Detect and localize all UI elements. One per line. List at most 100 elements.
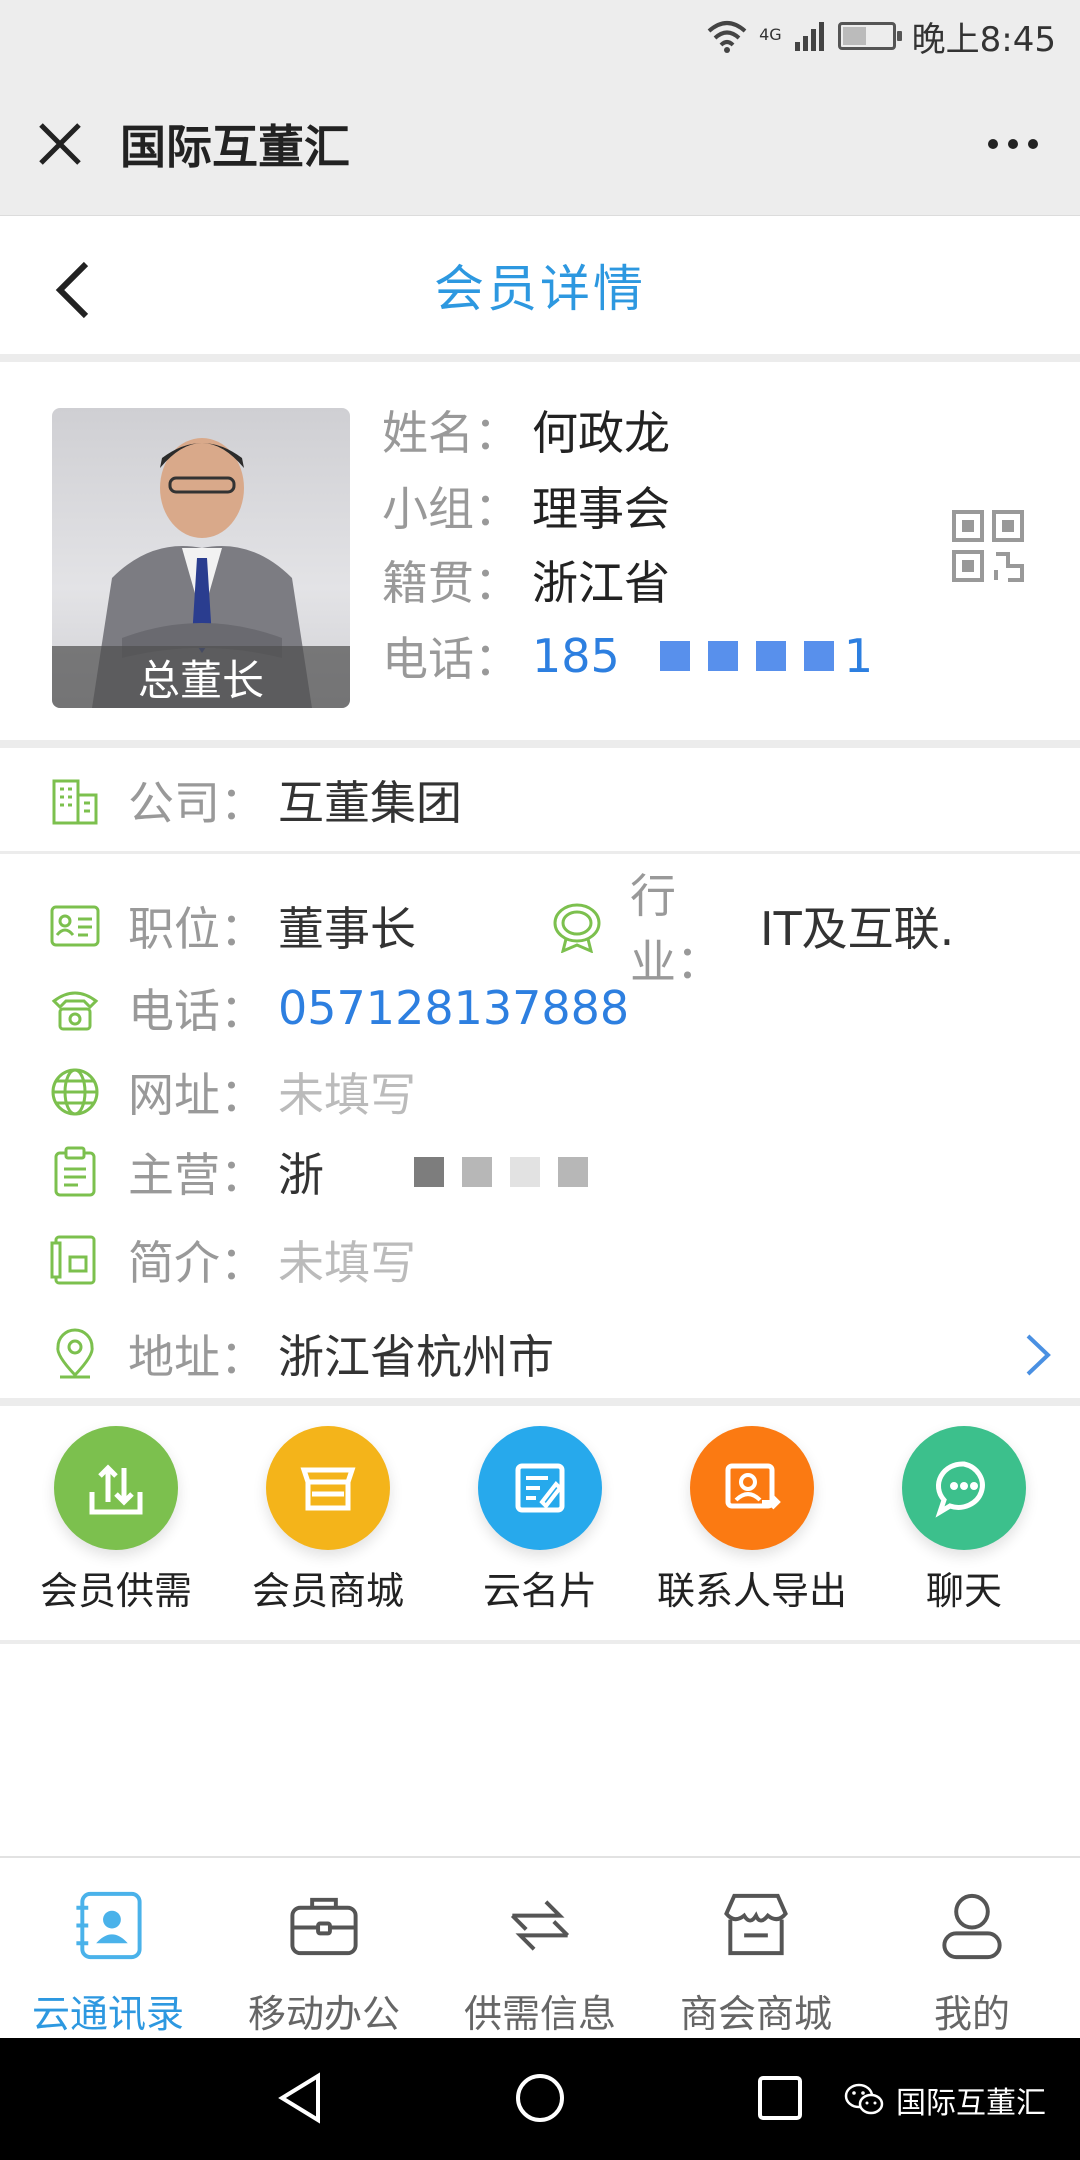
phone-redaction	[659, 641, 834, 671]
status-bar: 4G 晚上8:45	[0, 0, 1080, 72]
action-bar: 会员供需 会员商城 云名片 联系人导出 聊天	[0, 1406, 1080, 1644]
clock: 晚上8:45	[911, 19, 1056, 60]
chat-label: 聊天	[925, 1569, 1002, 1613]
address-row[interactable]: 地址： 浙江省杭州市	[0, 1312, 1080, 1396]
position-industry-row: 职位： 董事长 行业： IT及互联.	[0, 869, 1080, 989]
tab-contacts[interactable]: 云通讯录	[0, 1858, 216, 2038]
qr-code-icon[interactable]	[952, 510, 1024, 582]
business-card-icon	[515, 1463, 565, 1513]
avatar[interactable]: 总董长	[52, 408, 350, 708]
page-header: 会员详情	[0, 216, 1080, 362]
contact-export-icon	[725, 1463, 781, 1510]
telephone-icon	[51, 991, 99, 1031]
globe-icon	[51, 1068, 99, 1116]
tab-me[interactable]: 我的	[864, 1858, 1080, 2038]
wechat-logo-icon	[844, 2083, 884, 2115]
briefcase-icon	[290, 1897, 358, 1956]
tab-chamber-mall-label: 商会商城	[679, 1992, 832, 2036]
business-redaction	[414, 1157, 588, 1187]
group-value: 理事会	[532, 482, 670, 536]
badge-icon	[553, 903, 601, 953]
id-card-icon	[50, 905, 100, 947]
wechat-title: 国际互董汇	[120, 119, 350, 174]
profile-card: 总董长 姓名： 何政龙 小组： 理事会 籍贯： 浙江省 电话： 185 1	[0, 362, 1080, 748]
more-dot-icon	[1028, 139, 1038, 149]
member-mall-label: 会员商城	[251, 1569, 404, 1613]
bottom-tab-bar: 云通讯录 移动办公 供需信息 商会商城 我的	[0, 1856, 1080, 2038]
status-icons: 4G	[707, 19, 902, 53]
page-title: 会员详情	[434, 260, 646, 318]
close-icon	[39, 122, 81, 165]
document-icon	[50, 1235, 96, 1285]
supply-demand-label: 会员供需	[39, 1569, 192, 1613]
system-nav-bar: 国际互董汇	[0, 2038, 1080, 2160]
store-icon	[300, 1467, 356, 1511]
member-mall-button[interactable]: 会员商城	[223, 1426, 433, 1640]
company-value: 互董集团	[278, 775, 462, 830]
clipboard-icon	[54, 1146, 96, 1197]
contacts-book-icon	[76, 1891, 142, 1960]
name-value: 何政龙	[532, 406, 670, 460]
avatar-role-label: 总董长	[52, 646, 350, 708]
supply-demand-circle	[54, 1426, 178, 1550]
chat-circle	[902, 1426, 1026, 1550]
exchange-arrows-icon	[510, 1900, 570, 1951]
website-value: 未填写	[278, 1068, 416, 1122]
website-row: 网址： 未填写	[0, 1050, 1080, 1134]
group-label: 小组：	[382, 482, 520, 536]
more-dot-icon	[988, 139, 998, 149]
export-contacts-button[interactable]: 联系人导出	[647, 1426, 857, 1640]
intro-label: 简介：	[128, 1236, 266, 1290]
phone-label: 电话：	[382, 632, 520, 686]
address-label: 地址：	[128, 1330, 266, 1384]
office-phone-value[interactable]: 057128137888	[278, 981, 629, 1035]
position-label: 职位：	[128, 902, 266, 956]
back-arrow-icon[interactable]	[50, 260, 100, 320]
export-contacts-label: 联系人导出	[656, 1569, 847, 1613]
supply-demand-button[interactable]: 会员供需	[11, 1426, 221, 1640]
more-dot-icon	[1008, 139, 1018, 149]
cloud-card-button[interactable]: 云名片	[435, 1426, 645, 1640]
origin-label: 籍贯：	[382, 556, 520, 610]
office-phone-row[interactable]: 电话： 057128137888	[0, 966, 1080, 1050]
close-button[interactable]	[0, 72, 120, 216]
tab-supply-info-label: 供需信息	[463, 1992, 616, 2036]
building-icon	[52, 779, 98, 824]
tab-supply-info[interactable]: 供需信息	[432, 1858, 648, 2038]
company-row: 公司： 互董集团	[0, 748, 1080, 854]
main-business-label: 主营：	[128, 1148, 266, 1202]
tab-mobile-office[interactable]: 移动办公	[216, 1858, 432, 2038]
wechat-watermark: 国际互董汇	[844, 2078, 1046, 2122]
intro-value: 未填写	[278, 1236, 416, 1290]
tab-contacts-label: 云通讯录	[31, 1992, 184, 2036]
cloud-card-label: 云名片	[482, 1569, 597, 1613]
nav-back-icon[interactable]	[270, 2068, 330, 2128]
name-label: 姓名：	[382, 406, 520, 460]
origin-value: 浙江省	[532, 556, 670, 610]
chat-button[interactable]: 聊天	[859, 1426, 1069, 1640]
position-field: 职位： 董事长	[0, 893, 550, 959]
profile-phone-row[interactable]: 电话： 185 1	[382, 618, 873, 694]
phone-tail: 1	[843, 629, 874, 683]
nav-home-icon[interactable]	[510, 2068, 570, 2128]
member-mall-circle	[266, 1426, 390, 1550]
office-phone-label: 电话：	[128, 984, 266, 1038]
signal-icon	[794, 22, 824, 51]
profile-name-row: 姓名： 何政龙	[382, 392, 670, 468]
chevron-right-icon[interactable]	[1024, 1332, 1052, 1378]
website-label: 网址：	[128, 1068, 266, 1122]
wifi-icon	[707, 21, 747, 53]
address-value: 浙江省杭州市	[278, 1330, 554, 1384]
tab-chamber-mall[interactable]: 商会商城	[648, 1858, 864, 2038]
tab-mobile-office-label: 移动办公	[247, 1992, 400, 2036]
battery-icon	[837, 22, 902, 50]
more-button[interactable]	[988, 72, 1038, 216]
location-pin-icon	[56, 1328, 94, 1379]
nav-recents-icon[interactable]	[750, 2068, 810, 2128]
profile-origin-row: 籍贯： 浙江省	[382, 542, 670, 618]
phone-value[interactable]: 185	[532, 629, 620, 683]
watermark-text: 国际互董汇	[896, 2086, 1046, 2121]
details-section: 职位： 董事长 行业： IT及互联. 电话： 057128137888 网址： …	[0, 854, 1080, 1406]
intro-row: 简介： 未填写	[0, 1218, 1080, 1302]
company-label: 公司：	[128, 775, 266, 830]
